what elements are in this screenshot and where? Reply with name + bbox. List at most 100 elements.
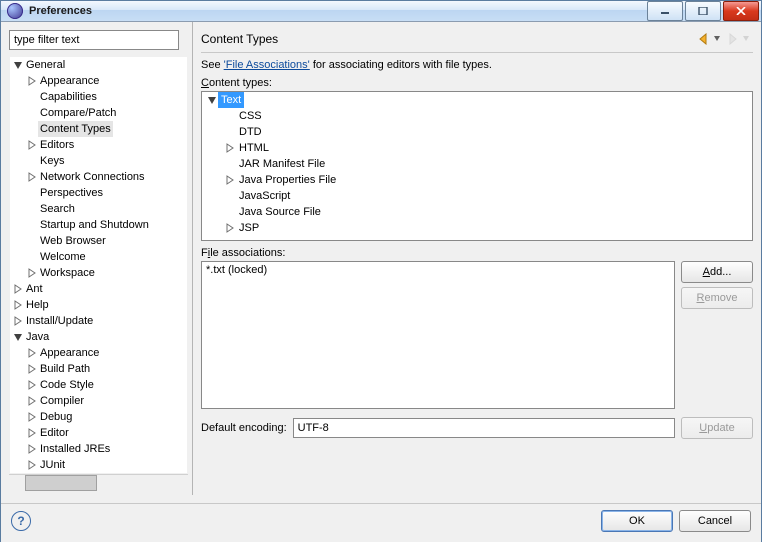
tree-item-label: Network Connections: [38, 169, 147, 185]
nav-item-installed-jres[interactable]: Installed JREs: [26, 441, 187, 457]
nav-item-editor[interactable]: Editor: [26, 425, 187, 441]
add-button[interactable]: Add...: [681, 261, 753, 283]
tree-item-label: Java Source File: [236, 204, 324, 220]
encoding-input[interactable]: [293, 418, 675, 438]
update-button[interactable]: Update: [681, 417, 753, 439]
expand-icon[interactable]: [26, 443, 38, 455]
nav-item-compare-patch[interactable]: Compare/Patch: [26, 105, 187, 121]
maximize-button[interactable]: [685, 1, 721, 21]
minimize-button[interactable]: [647, 1, 683, 21]
nav-item-capabilities[interactable]: Capabilities: [26, 89, 187, 105]
nav-item-web-browser[interactable]: Web Browser: [26, 233, 187, 249]
nav-tree[interactable]: GeneralAppearanceCapabilitiesCompare/Pat…: [9, 56, 188, 474]
ct-item-javascript[interactable]: JavaScript: [224, 188, 752, 204]
expand-icon[interactable]: [26, 139, 38, 151]
collapse-icon[interactable]: [12, 59, 24, 71]
ct-item-text[interactable]: Text: [206, 92, 752, 108]
expand-icon[interactable]: [12, 283, 24, 295]
nav-item-editors[interactable]: Editors: [26, 137, 187, 153]
ct-item-jar-manifest-file[interactable]: JAR Manifest File: [224, 156, 752, 172]
expand-icon[interactable]: [26, 75, 38, 87]
ct-item-java-properties-file[interactable]: Java Properties File: [224, 172, 752, 188]
tree-item-label: Java Properties File: [236, 172, 339, 188]
encoding-label: Default encoding:: [201, 422, 287, 434]
expand-icon[interactable]: [26, 411, 38, 423]
file-associations-label: File associations:: [201, 247, 753, 259]
page-nav-arrows: [699, 33, 753, 45]
expand-icon[interactable]: [224, 142, 236, 154]
nav-item-debug[interactable]: Debug: [26, 409, 187, 425]
nav-item-search[interactable]: Search: [26, 201, 187, 217]
nav-item-network-connections[interactable]: Network Connections: [26, 169, 187, 185]
ct-item-dtd[interactable]: DTD: [224, 124, 752, 140]
expand-icon[interactable]: [224, 174, 236, 186]
ct-item-html[interactable]: HTML: [224, 140, 752, 156]
expand-icon[interactable]: [26, 395, 38, 407]
nav-item-compiler[interactable]: Compiler: [26, 393, 187, 409]
expand-icon[interactable]: [12, 315, 24, 327]
expand-icon: [26, 219, 38, 231]
expand-icon[interactable]: [26, 459, 38, 471]
back-button[interactable]: [699, 33, 720, 45]
expand-icon[interactable]: [26, 171, 38, 183]
tree-item-label: JUnit: [38, 457, 67, 473]
expand-icon: [26, 91, 38, 103]
forward-button[interactable]: [728, 33, 749, 45]
file-associations-list[interactable]: *.txt (locked): [201, 261, 675, 409]
expand-icon[interactable]: [26, 363, 38, 375]
tree-item-label: Appearance: [38, 73, 101, 89]
nav-item-welcome[interactable]: Welcome: [26, 249, 187, 265]
nav-item-keys[interactable]: Keys: [26, 153, 187, 169]
nav-item-build-path[interactable]: Build Path: [26, 361, 187, 377]
encoding-row: Default encoding: Update: [201, 417, 753, 439]
tree-item-label: Web Browser: [38, 233, 108, 249]
expand-icon[interactable]: [26, 427, 38, 439]
close-button[interactable]: [723, 1, 759, 21]
expand-icon[interactable]: [12, 299, 24, 311]
tree-item-label: JSP: [236, 220, 262, 236]
nav-item-ant[interactable]: Ant: [12, 281, 187, 297]
nav-item-appearance[interactable]: Appearance: [26, 73, 187, 89]
ok-button[interactable]: OK: [601, 510, 673, 532]
window-controls: [647, 1, 759, 21]
nav-item-install-update[interactable]: Install/Update: [12, 313, 187, 329]
expand-icon[interactable]: [224, 222, 236, 234]
file-associations-link[interactable]: 'File Associations': [224, 59, 310, 71]
expand-icon: [224, 206, 236, 218]
collapse-icon[interactable]: [206, 94, 218, 106]
nav-item-junit[interactable]: JUnit: [26, 457, 187, 473]
ct-item-java-source-file[interactable]: Java Source File: [224, 204, 752, 220]
expand-icon[interactable]: [26, 267, 38, 279]
tree-item-label: Appearance: [38, 345, 101, 361]
filter-input[interactable]: [9, 30, 179, 50]
expand-icon[interactable]: [26, 347, 38, 359]
ct-item-css[interactable]: CSS: [224, 108, 752, 124]
nav-item-general[interactable]: General: [12, 57, 187, 73]
content-types-tree[interactable]: TextCSSDTDHTMLJAR Manifest FileJava Prop…: [201, 91, 753, 241]
ct-item-jsp[interactable]: JSP: [224, 220, 752, 236]
tree-item-label: Keys: [38, 153, 66, 169]
nav-item-perspectives[interactable]: Perspectives: [26, 185, 187, 201]
tree-item-label: JavaScript: [236, 188, 293, 204]
file-association-item[interactable]: *.txt (locked): [206, 264, 670, 276]
expand-icon[interactable]: [26, 379, 38, 391]
tree-item-label: Workspace: [38, 265, 97, 281]
content-panel: Content Types See 'File Asso: [193, 22, 761, 495]
remove-button[interactable]: Remove: [681, 287, 753, 309]
tree-item-label: Perspectives: [38, 185, 105, 201]
nav-panel: GeneralAppearanceCapabilitiesCompare/Pat…: [1, 22, 193, 495]
cancel-button[interactable]: Cancel: [679, 510, 751, 532]
nav-item-appearance[interactable]: Appearance: [26, 345, 187, 361]
expand-icon: [26, 123, 38, 135]
collapse-icon[interactable]: [12, 331, 24, 343]
nav-item-workspace[interactable]: Workspace: [26, 265, 187, 281]
nav-item-help[interactable]: Help: [12, 297, 187, 313]
nav-item-startup-and-shutdown[interactable]: Startup and Shutdown: [26, 217, 187, 233]
nav-item-code-style[interactable]: Code Style: [26, 377, 187, 393]
expand-icon: [26, 107, 38, 119]
nav-item-java[interactable]: Java: [12, 329, 187, 345]
nav-h-scrollbar[interactable]: [9, 474, 188, 491]
nav-item-content-types[interactable]: Content Types: [26, 121, 187, 137]
tree-item-label: General: [24, 57, 67, 73]
help-icon[interactable]: ?: [11, 511, 31, 531]
